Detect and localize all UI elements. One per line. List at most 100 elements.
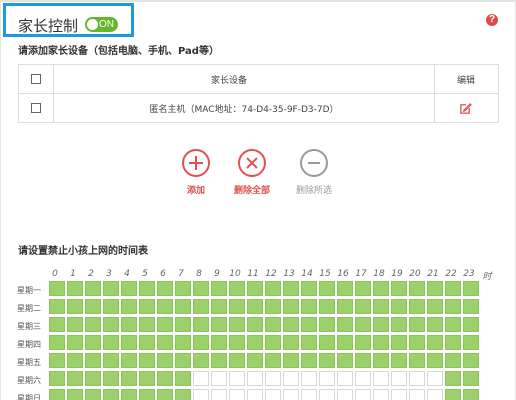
schedule-cell[interactable] xyxy=(283,335,299,350)
schedule-cell[interactable] xyxy=(337,353,353,368)
schedule-cell[interactable] xyxy=(319,281,335,296)
schedule-cell[interactable] xyxy=(463,389,479,400)
schedule-cell[interactable] xyxy=(229,353,245,368)
schedule-cell[interactable] xyxy=(175,299,191,314)
schedule-cell[interactable] xyxy=(121,371,137,386)
schedule-cell[interactable] xyxy=(211,281,227,296)
schedule-cell[interactable] xyxy=(283,353,299,368)
add-button[interactable]: 添加 xyxy=(166,149,226,196)
schedule-cell[interactable] xyxy=(319,299,335,314)
schedule-cell[interactable] xyxy=(67,299,83,314)
schedule-cell[interactable] xyxy=(139,353,155,368)
schedule-cell[interactable] xyxy=(193,317,209,332)
schedule-cell[interactable] xyxy=(301,371,317,386)
schedule-cell[interactable] xyxy=(373,389,389,400)
schedule-cell[interactable] xyxy=(121,353,137,368)
schedule-cell[interactable] xyxy=(391,299,407,314)
schedule-cell[interactable] xyxy=(193,335,209,350)
schedule-cell[interactable] xyxy=(157,353,173,368)
schedule-cell[interactable] xyxy=(409,371,425,386)
delete-selected-button[interactable]: 删除所选 xyxy=(284,149,344,196)
schedule-cell[interactable] xyxy=(409,389,425,400)
schedule-cell[interactable] xyxy=(355,335,371,350)
schedule-cell[interactable] xyxy=(247,389,263,400)
schedule-cell[interactable] xyxy=(85,281,101,296)
schedule-cell[interactable] xyxy=(445,371,461,386)
schedule-cell[interactable] xyxy=(193,353,209,368)
schedule-cell[interactable] xyxy=(85,335,101,350)
schedule-cell[interactable] xyxy=(229,299,245,314)
schedule-cell[interactable] xyxy=(427,335,443,350)
schedule-cell[interactable] xyxy=(463,317,479,332)
schedule-cell[interactable] xyxy=(49,353,65,368)
schedule-cell[interactable] xyxy=(265,317,281,332)
parental-control-toggle[interactable]: ON xyxy=(85,17,118,32)
schedule-cell[interactable] xyxy=(175,335,191,350)
schedule-cell[interactable] xyxy=(355,389,371,400)
schedule-cell[interactable] xyxy=(157,317,173,332)
schedule-cell[interactable] xyxy=(319,371,335,386)
schedule-cell[interactable] xyxy=(139,335,155,350)
schedule-cell[interactable] xyxy=(49,281,65,296)
schedule-cell[interactable] xyxy=(103,371,119,386)
schedule-cell[interactable] xyxy=(301,281,317,296)
schedule-cell[interactable] xyxy=(121,299,137,314)
schedule-cell[interactable] xyxy=(463,281,479,296)
schedule-cell[interactable] xyxy=(319,389,335,400)
schedule-cell[interactable] xyxy=(175,317,191,332)
schedule-cell[interactable] xyxy=(445,335,461,350)
schedule-cell[interactable] xyxy=(373,335,389,350)
schedule-cell[interactable] xyxy=(391,317,407,332)
schedule-cell[interactable] xyxy=(49,335,65,350)
schedule-cell[interactable] xyxy=(427,389,443,400)
schedule-cell[interactable] xyxy=(193,389,209,400)
schedule-cell[interactable] xyxy=(265,281,281,296)
schedule-cell[interactable] xyxy=(427,299,443,314)
edit-icon[interactable] xyxy=(459,102,472,115)
schedule-cell[interactable] xyxy=(49,389,65,400)
schedule-cell[interactable] xyxy=(157,371,173,386)
schedule-cell[interactable] xyxy=(283,281,299,296)
schedule-cell[interactable] xyxy=(373,281,389,296)
schedule-cell[interactable] xyxy=(319,335,335,350)
schedule-cell[interactable] xyxy=(211,371,227,386)
schedule-cell[interactable] xyxy=(463,371,479,386)
schedule-cell[interactable] xyxy=(409,317,425,332)
schedule-cell[interactable] xyxy=(157,389,173,400)
schedule-cell[interactable] xyxy=(85,389,101,400)
schedule-cell[interactable] xyxy=(391,389,407,400)
schedule-cell[interactable] xyxy=(463,353,479,368)
schedule-cell[interactable] xyxy=(49,371,65,386)
schedule-cell[interactable] xyxy=(355,299,371,314)
schedule-cell[interactable] xyxy=(229,281,245,296)
schedule-cell[interactable] xyxy=(175,389,191,400)
schedule-cell[interactable] xyxy=(211,317,227,332)
schedule-cell[interactable] xyxy=(301,389,317,400)
schedule-cell[interactable] xyxy=(409,353,425,368)
schedule-cell[interactable] xyxy=(121,281,137,296)
schedule-cell[interactable] xyxy=(103,389,119,400)
schedule-cell[interactable] xyxy=(337,335,353,350)
schedule-cell[interactable] xyxy=(427,353,443,368)
schedule-cell[interactable] xyxy=(445,353,461,368)
schedule-cell[interactable] xyxy=(247,317,263,332)
schedule-cell[interactable] xyxy=(247,353,263,368)
schedule-cell[interactable] xyxy=(121,317,137,332)
schedule-cell[interactable] xyxy=(301,335,317,350)
schedule-cell[interactable] xyxy=(49,317,65,332)
schedule-cell[interactable] xyxy=(337,281,353,296)
schedule-cell[interactable] xyxy=(301,299,317,314)
schedule-cell[interactable] xyxy=(301,353,317,368)
schedule-cell[interactable] xyxy=(139,389,155,400)
schedule-cell[interactable] xyxy=(427,371,443,386)
schedule-cell[interactable] xyxy=(67,317,83,332)
schedule-cell[interactable] xyxy=(265,371,281,386)
schedule-cell[interactable] xyxy=(85,317,101,332)
schedule-cell[interactable] xyxy=(229,335,245,350)
schedule-cell[interactable] xyxy=(67,389,83,400)
schedule-cell[interactable] xyxy=(373,371,389,386)
schedule-cell[interactable] xyxy=(67,335,83,350)
select-all-checkbox[interactable] xyxy=(31,74,41,84)
schedule-cell[interactable] xyxy=(445,389,461,400)
schedule-cell[interactable] xyxy=(175,281,191,296)
